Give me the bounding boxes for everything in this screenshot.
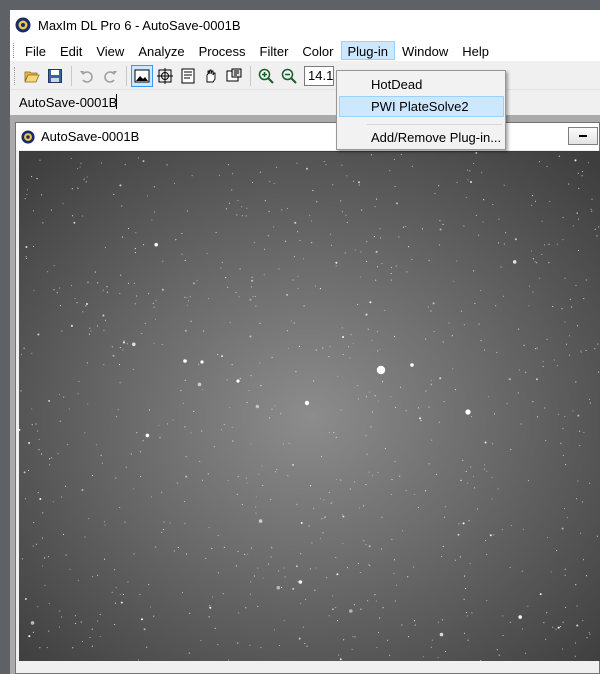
window-titlebar[interactable]: MaxIm DL Pro 6 - AutoSave-0001B	[10, 10, 600, 40]
info-icon	[181, 68, 195, 83]
zoom-in-icon	[258, 68, 274, 84]
open-button[interactable]	[21, 65, 43, 87]
menu-window[interactable]: Window	[395, 41, 455, 60]
menu-edit[interactable]: Edit	[53, 41, 89, 60]
plugin-menu-hotdead[interactable]: HotDead	[339, 74, 504, 95]
main-toolbar: 14.1	[10, 62, 600, 90]
hand-icon	[206, 69, 216, 82]
menu-separator	[367, 124, 502, 125]
image-window-titlebar[interactable]: AutoSave-0001B	[16, 123, 599, 150]
toolbar-separator	[250, 65, 251, 86]
mdi-workspace: AutoSave-0001B	[10, 115, 600, 674]
toolbar-separator	[71, 65, 72, 86]
document-selector-bar: AutoSave-0001B	[10, 91, 600, 115]
plugin-dropdown-menu: HotDead PWI PlateSolve2 Add/Remove Plug-…	[336, 70, 506, 150]
plugin-menu-add-remove[interactable]: Add/Remove Plug-in...	[339, 127, 504, 148]
redo-icon	[104, 70, 117, 83]
window-title: MaxIm DL Pro 6 - AutoSave-0001B	[38, 17, 241, 33]
image-window-title: AutoSave-0001B	[41, 129, 140, 144]
menu-analyze[interactable]: Analyze	[131, 41, 191, 60]
save-icon	[48, 68, 62, 83]
plugin-menu-pwi-platesolve2[interactable]: PWI PlateSolve2	[339, 96, 504, 117]
hand-button[interactable]	[200, 65, 222, 87]
save-button[interactable]	[44, 65, 66, 87]
minimize-icon	[579, 135, 587, 137]
menu-filter[interactable]: Filter	[253, 41, 296, 60]
menu-file[interactable]: File	[18, 41, 53, 60]
zoom-level-field[interactable]: 14.1	[304, 65, 334, 86]
image-view-icon	[134, 69, 150, 82]
undo-button[interactable]	[76, 65, 98, 87]
toolbar-separator	[126, 65, 127, 86]
minimize-button[interactable]	[568, 127, 598, 145]
crosshair-icon	[157, 67, 173, 84]
menu-help[interactable]: Help	[455, 41, 496, 60]
maxim-app-icon	[15, 17, 31, 33]
image-view-button[interactable]	[131, 64, 153, 87]
menu-view[interactable]: View	[89, 41, 131, 60]
image-window: AutoSave-0001B	[15, 122, 600, 674]
zoom-in-button[interactable]	[255, 65, 277, 87]
info-button[interactable]	[177, 65, 199, 87]
document-selector-value[interactable]: AutoSave-0001B	[19, 95, 117, 110]
zoom-out-button[interactable]	[278, 65, 300, 87]
star-field-image[interactable]	[19, 151, 600, 661]
zoom-out-icon	[281, 68, 297, 84]
crosshair-button[interactable]	[154, 65, 176, 87]
text-caret	[116, 94, 117, 109]
undo-icon	[80, 70, 93, 83]
maxim-document-icon	[21, 129, 35, 144]
menu-process[interactable]: Process	[192, 41, 253, 60]
menu-color[interactable]: Color	[295, 41, 340, 60]
redo-button[interactable]	[99, 65, 121, 87]
menu-plugin[interactable]: Plug-in	[340, 41, 395, 60]
menu-bar: File Edit View Analyze Process Filter Co…	[10, 40, 600, 61]
screen-stretch-button[interactable]	[223, 65, 245, 87]
toolbar-grip	[14, 66, 17, 85]
screen-stretch-icon	[226, 68, 242, 81]
menubar-grip	[13, 43, 16, 58]
star-field-canvas	[19, 152, 600, 661]
open-icon	[24, 71, 40, 82]
maxim-main-window: MaxIm DL Pro 6 - AutoSave-0001B File Edi…	[10, 10, 600, 674]
